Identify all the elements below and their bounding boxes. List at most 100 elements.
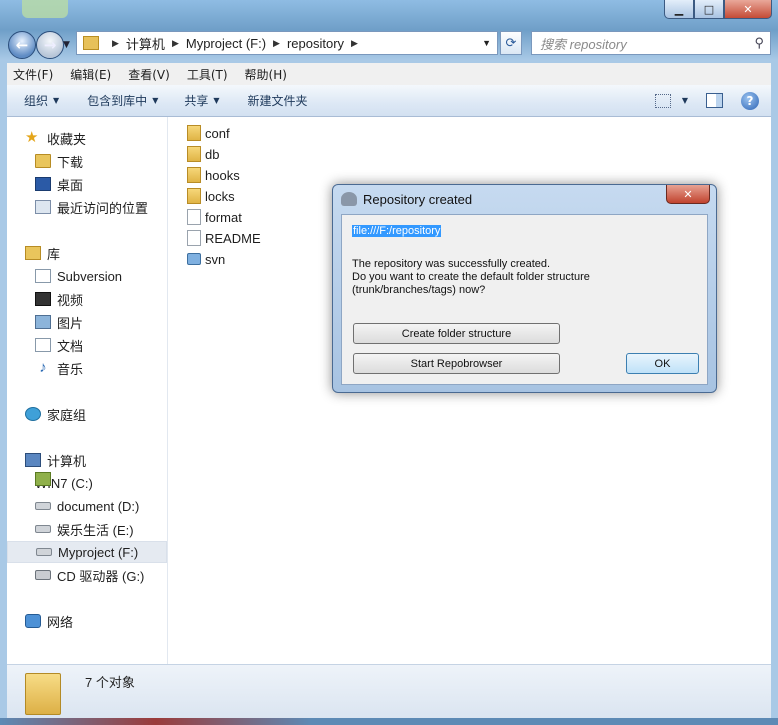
file-item-db[interactable]: db [187, 144, 219, 164]
file-item-format[interactable]: format [187, 207, 242, 227]
breadcrumb-computer[interactable]: 计算机 [126, 34, 165, 53]
file-name: README [205, 230, 261, 246]
menu-edit[interactable]: 编辑(E) [68, 64, 113, 85]
address-dropdown-icon[interactable]: ▼ [482, 38, 491, 48]
file-icon [187, 230, 201, 246]
nav-computer[interactable]: 计算机 [25, 449, 86, 471]
repository-url[interactable]: file:///F:/repository [352, 225, 442, 237]
menu-help[interactable]: 帮助(H) [243, 64, 289, 85]
new-folder-button[interactable]: 新建文件夹 [230, 92, 318, 109]
nav-label: 音乐 [57, 361, 84, 377]
create-folder-structure-button[interactable]: Create folder structure [353, 323, 560, 344]
svn-icon [187, 253, 201, 265]
dialog-close-button[interactable]: ✕ [666, 185, 710, 204]
video-icon [35, 292, 51, 306]
nav-label: Subversion [57, 268, 123, 284]
history-dropdown[interactable]: ▼ [63, 40, 70, 50]
nav-item-documents[interactable]: 文档 [35, 334, 83, 356]
file-name: conf [205, 125, 230, 141]
dialog-message: The repository was successfully created.… [352, 258, 590, 297]
organize-label: 组织 [24, 94, 49, 108]
file-item-svn[interactable]: svn [187, 249, 225, 269]
nav-item-recent[interactable]: 最近访问的位置 [35, 196, 148, 218]
nav-item-downloads[interactable]: 下载 [35, 150, 83, 172]
nav-item-drive-e[interactable]: 娱乐生活 (E:) [35, 518, 134, 540]
nav-label: 最近访问的位置 [57, 200, 149, 216]
share-button[interactable]: 共享 ▼ [168, 92, 229, 109]
file-item-locks[interactable]: locks [187, 186, 235, 206]
repository-created-dialog: Repository created ✕ file:///F:/reposito… [332, 184, 717, 393]
picture-icon [35, 315, 51, 329]
nav-libraries[interactable]: 库 [25, 242, 60, 264]
view-options-icon[interactable] [654, 93, 671, 108]
nav-homegroup[interactable]: 家庭组 [25, 403, 86, 425]
window-icon [22, 0, 68, 18]
star-icon: ★ [25, 129, 39, 146]
nav-label: document (D:) [57, 498, 140, 514]
search-placeholder: 搜索 repository [540, 36, 627, 52]
file-name: locks [205, 188, 235, 204]
menu-view[interactable]: 查看(V) [126, 64, 172, 85]
nav-item-drive-c[interactable]: WIN7 (C:) [35, 472, 93, 494]
chevron-right-icon[interactable]: ▶ [273, 38, 280, 49]
forward-button[interactable]: → [36, 31, 64, 59]
music-icon: ♪ [39, 359, 47, 376]
network-icon [25, 614, 41, 628]
nav-item-drive-g[interactable]: CD 驱动器 (G:) [35, 564, 144, 586]
file-item-conf[interactable]: conf [187, 123, 230, 143]
nav-item-drive-f[interactable]: Myproject (F:) [7, 541, 167, 563]
nav-item-pictures[interactable]: 图片 [35, 311, 83, 333]
explorer-window: ▁ □ ✕ ← → ▼ ▶ 计算机 ▶ Myproject (F:) ▶ rep… [0, 0, 778, 725]
breadcrumb-drive[interactable]: Myproject (F:) [186, 36, 266, 51]
search-input[interactable]: 搜索 repository ⚲ [531, 31, 771, 55]
computer-icon [25, 453, 41, 467]
address-bar[interactable]: ▶ 计算机 ▶ Myproject (F:) ▶ repository ▶ ▼ [76, 31, 498, 55]
help-icon[interactable]: ? [741, 91, 759, 110]
start-repobrowser-button[interactable]: Start Repobrowser [353, 353, 560, 374]
message-line: Do you want to create the default folder… [352, 271, 590, 283]
nav-item-subversion[interactable]: Subversion [35, 265, 122, 287]
nav-item-music[interactable]: ♪ 音乐 [35, 357, 83, 379]
nav-label: 库 [47, 246, 61, 262]
nav-favorites[interactable]: ★ 收藏夹 [25, 127, 86, 149]
maximize-button[interactable]: □ [694, 0, 724, 19]
nav-item-drive-d[interactable]: document (D:) [35, 495, 139, 517]
nav-label: 收藏夹 [47, 131, 87, 147]
menu-file[interactable]: 文件(F) [11, 64, 55, 85]
dialog-body: file:///F:/repository The repository was… [341, 214, 708, 385]
close-button[interactable]: ✕ [724, 0, 772, 19]
details-pane: 7 个对象 [7, 664, 771, 718]
ok-button[interactable]: OK [626, 353, 699, 374]
subversion-library-icon [35, 269, 51, 283]
command-bar: 组织 ▼ 包含到库中 ▼ 共享 ▼ 新建文件夹 ▼ ? [7, 85, 771, 117]
back-button[interactable]: ← [8, 31, 36, 59]
nav-item-desktop[interactable]: 桌面 [35, 173, 83, 195]
refresh-button[interactable]: ⟳ [500, 31, 522, 55]
downloads-folder-icon [35, 154, 51, 168]
breadcrumb-folder[interactable]: repository [287, 36, 344, 51]
organize-button[interactable]: 组织 ▼ [7, 92, 69, 109]
dialog-titlebar[interactable]: Repository created [333, 185, 716, 213]
menu-tools[interactable]: 工具(T) [185, 64, 230, 85]
dropdown-arrow-icon: ▼ [53, 96, 60, 105]
file-item-hooks[interactable]: hooks [187, 165, 240, 185]
folder-icon [187, 125, 201, 141]
chevron-right-icon[interactable]: ▶ [351, 38, 358, 49]
file-name: db [205, 146, 220, 162]
view-dropdown-icon[interactable]: ▼ [682, 96, 688, 105]
message-line: (trunk/branches/tags) now? [352, 284, 486, 296]
nav-network[interactable]: 网络 [25, 610, 73, 632]
cd-drive-icon [35, 570, 51, 580]
dialog-title: Repository created [363, 191, 473, 207]
taskbar-edge [0, 718, 778, 725]
folder-icon [187, 146, 201, 162]
include-in-library-button[interactable]: 包含到库中 ▼ [69, 92, 168, 109]
search-icon[interactable]: ⚲ [754, 35, 764, 51]
recent-places-icon [35, 200, 51, 214]
minimize-button[interactable]: ▁ [664, 0, 694, 19]
file-item-readme[interactable]: README [187, 228, 261, 248]
chevron-right-icon[interactable]: ▶ [112, 38, 119, 49]
nav-item-videos[interactable]: 视频 [35, 288, 83, 310]
chevron-right-icon[interactable]: ▶ [172, 38, 179, 49]
preview-pane-icon[interactable] [706, 93, 723, 108]
